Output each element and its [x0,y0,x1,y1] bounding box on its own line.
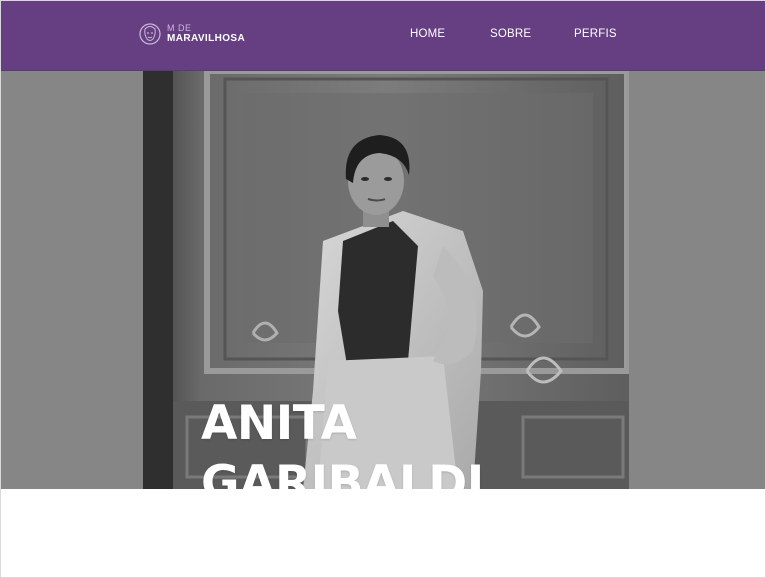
hero-banner: ANITA GARIBALDI [1,71,765,511]
nav-perfis-link[interactable]: PERFIS [574,28,617,40]
site-header: M DE MARAVILHOSA HOME SOBRE PERFIS [1,1,765,71]
nav-home-link[interactable]: HOME [410,28,445,40]
page: M DE MARAVILHOSA HOME SOBRE PERFIS ANITA… [0,0,766,578]
hero-title-line-1: ANITA [201,396,357,452]
content-area [1,489,765,577]
main-nav: HOME SOBRE PERFIS [1,28,765,44]
nav-sobre-link[interactable]: SOBRE [490,28,531,40]
